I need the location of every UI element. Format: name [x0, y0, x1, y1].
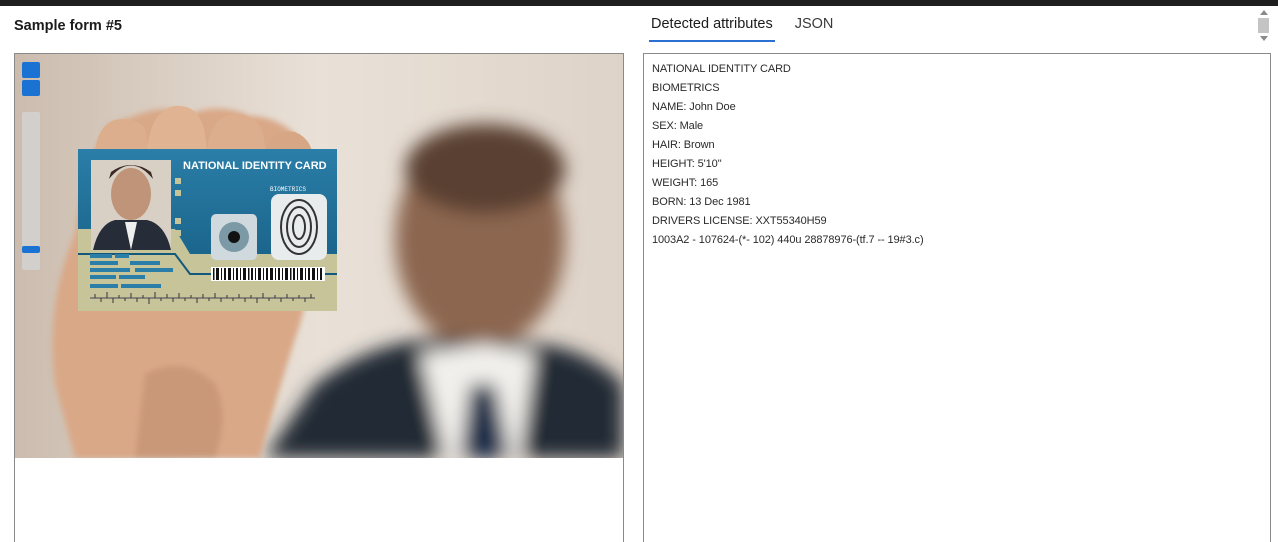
tab-detected-attributes[interactable]: Detected attributes [649, 6, 775, 42]
zoom-slider-thumb[interactable] [22, 246, 40, 253]
form-title: Sample form #5 [14, 18, 122, 34]
attribute-line: BIOMETRICS [652, 82, 720, 94]
attribute-line: NAME: John Doe [652, 101, 736, 113]
zoom-out-button[interactable] [22, 80, 40, 96]
attribute-line: HEIGHT: 5'10" [652, 158, 722, 170]
attribute-line: WEIGHT: 165 [652, 177, 719, 189]
zoom-in-button[interactable] [22, 62, 40, 78]
card-title: NATIONAL IDENTITY CARD [183, 160, 327, 172]
attribute-line: 1003A2 - 107624-(*- 102) 440u 28878976-(… [652, 234, 924, 246]
attribute-line: NATIONAL IDENTITY CARD [652, 63, 791, 75]
card-biometrics-label: BIOMETRICS [270, 186, 306, 193]
scroll-up-icon[interactable] [1260, 10, 1268, 15]
scroll-down-icon[interactable] [1260, 36, 1268, 41]
attribute-line: BORN: 13 Dec 1981 [652, 196, 751, 208]
attribute-line: HAIR: Brown [652, 139, 715, 151]
attribute-line: DRIVERS LICENSE: XXT55340H59 [652, 215, 827, 227]
result-tabs: Detected attributes JSON [649, 6, 853, 42]
tabs-scrollbar[interactable] [1257, 10, 1271, 42]
tab-json[interactable]: JSON [793, 6, 836, 42]
zoom-slider[interactable] [22, 112, 40, 270]
document-viewer[interactable]: NATIONAL IDENTITY CARD BIOMETRICS [14, 53, 624, 542]
scroll-thumb[interactable] [1258, 18, 1269, 33]
window-top-bar [0, 0, 1278, 6]
id-card-photo: NATIONAL IDENTITY CARD BIOMETRICS [15, 54, 623, 458]
detected-attributes-panel: NATIONAL IDENTITY CARD BIOMETRICS NAME: … [643, 53, 1271, 542]
id-card: NATIONAL IDENTITY CARD BIOMETRICS [78, 149, 337, 311]
attribute-line: SEX: Male [652, 120, 704, 132]
